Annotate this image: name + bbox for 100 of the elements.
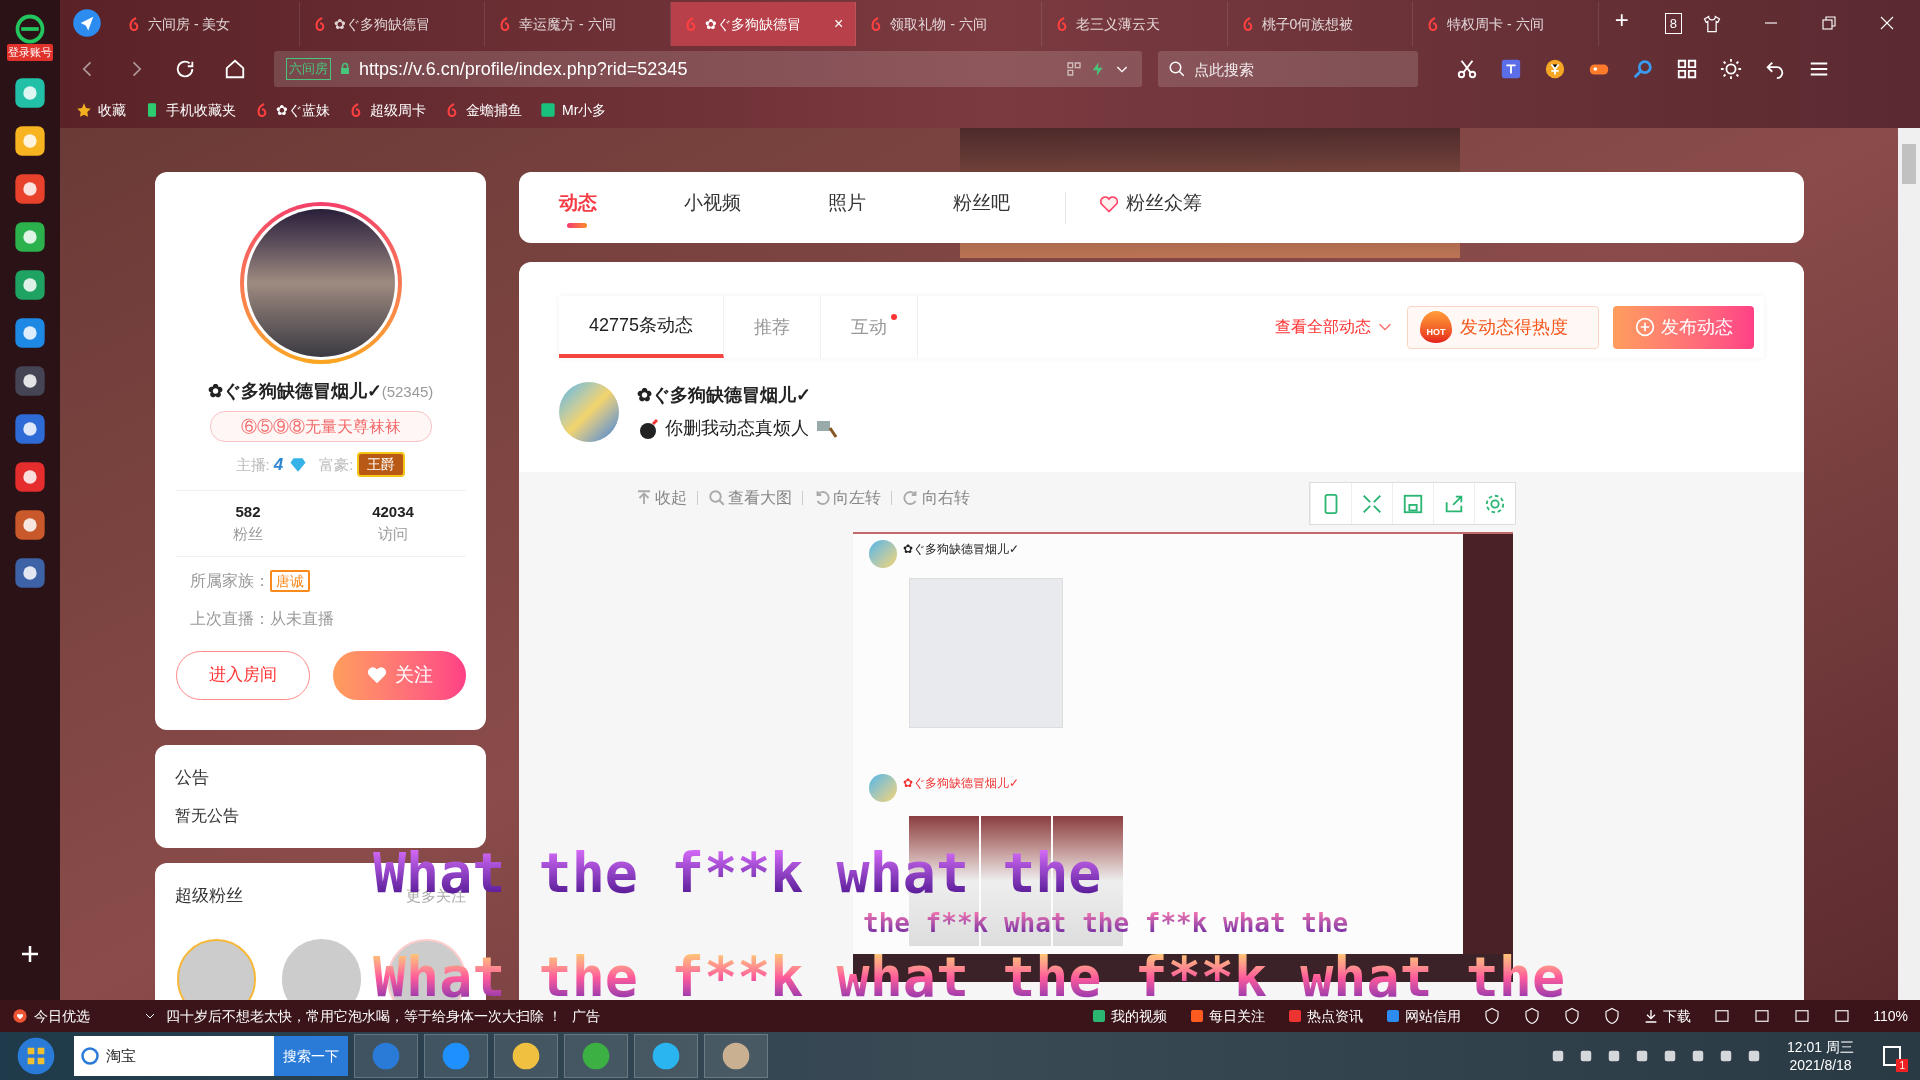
clock-date[interactable]: 2021/8/18 [1789, 1056, 1852, 1074]
tab-close-button[interactable]: × [834, 12, 844, 36]
site-label: 六间房 [286, 58, 331, 80]
taskbar-search-field[interactable]: 淘宝 [74, 1036, 274, 1076]
nav-tab[interactable]: 粉丝吧 [953, 185, 1010, 230]
app-icon[interactable] [14, 508, 46, 541]
app-icon [720, 1040, 752, 1072]
bookmark[interactable]: ✿ぐ蓝妹 [254, 99, 330, 121]
shirt-icon[interactable] [1702, 14, 1722, 34]
nav-tab[interactable]: 粉丝众筹 [1098, 185, 1202, 230]
login-link[interactable]: 登录账号 [7, 44, 53, 61]
brightness-icon[interactable] [1720, 58, 1742, 80]
post-author: ✿ぐ多狗缺德冒烟儿✓ [903, 775, 1019, 792]
app-icon[interactable] [14, 556, 46, 589]
new-tab-button[interactable]: + [1598, 2, 1645, 38]
qr-icon[interactable] [1066, 61, 1082, 77]
notification-icon[interactable] [1880, 1044, 1904, 1068]
room-id: (52345) [381, 382, 434, 402]
plus-circle-icon [1634, 317, 1655, 337]
search-button[interactable]: 搜索一下 [274, 1036, 348, 1076]
address-bar[interactable]: 六间房 https://v.6.cn/profile/index.php?rid=52345 [274, 51, 1142, 87]
translate-icon[interactable] [1500, 58, 1522, 80]
navigation-icon[interactable] [72, 8, 102, 38]
browser-tab[interactable]: 特权周卡 - 六间 [1413, 2, 1599, 46]
post-author[interactable]: ✿ぐ多狗缺德冒烟儿✓ [637, 382, 839, 409]
browser-tab[interactable]: 桃子0何族想被 [1227, 2, 1414, 46]
family-label: 所属家族： [189, 570, 270, 591]
status-link[interactable]: 网站信用 [1385, 1005, 1462, 1027]
family-badge: 唐诚 [269, 569, 310, 592]
app-icon[interactable] [14, 220, 46, 253]
view-all-dropdown[interactable]: 查看全部动态 [1275, 296, 1393, 358]
tab-count-button[interactable]: 8 [1664, 12, 1682, 34]
status-link[interactable]: 热点资讯 [1287, 1005, 1364, 1027]
app-icon[interactable] [14, 460, 46, 493]
wealth-badge: 王爵 [357, 452, 406, 478]
search-icon [708, 489, 726, 507]
save-icon[interactable] [1402, 492, 1424, 515]
status-link[interactable]: 我的视频 [1091, 1005, 1168, 1027]
wealth-level-label: 富豪: [319, 454, 354, 475]
app-icon[interactable] [14, 124, 46, 157]
nav-tab[interactable]: 动态 [559, 185, 597, 230]
author-avatar[interactable] [559, 382, 619, 442]
bookmark[interactable]: 超级周卡 [348, 99, 426, 121]
app-icon[interactable] [14, 76, 46, 109]
last-live-text: 上次直播：从未直播 [188, 608, 335, 629]
scissors-icon[interactable] [1456, 58, 1478, 80]
close-icon[interactable] [1878, 14, 1896, 32]
browser-tab[interactable]: ✿ぐ多狗缺德冒 [299, 2, 486, 46]
author-avatar [869, 774, 897, 802]
news-headline[interactable]: 四十岁后不想老太快，常用它泡水喝，等于给身体一次大扫除 ！ [166, 1005, 562, 1027]
settings-icon[interactable] [1484, 492, 1506, 515]
bookmark[interactable]: 手机收藏夹 [144, 99, 236, 121]
browser-tab[interactable]: 幸运魔方 - 六间 [485, 2, 671, 46]
taskbar-app-button[interactable] [564, 1034, 628, 1078]
app-icon[interactable] [14, 316, 46, 349]
taskbar-app-button[interactable] [704, 1034, 768, 1078]
taskbar-app-button[interactable] [424, 1034, 488, 1078]
download-link[interactable]: 下载 [1643, 1005, 1692, 1027]
post-author: ✿ぐ多狗缺德冒烟儿✓ [903, 541, 1019, 558]
stat-label: 粉丝 [233, 524, 263, 544]
feed-tab[interactable]: 42775条动态 [559, 296, 725, 358]
bookmark[interactable]: 收藏 [76, 99, 126, 121]
reload-icon[interactable] [174, 58, 196, 80]
search-icon[interactable] [1632, 58, 1654, 80]
restore-icon[interactable] [1820, 14, 1838, 32]
taskbar-app-button[interactable] [494, 1034, 558, 1078]
signature: ⑥⑤⑨⑧无量天尊袜袜 [209, 411, 432, 442]
browser-tab[interactable]: 六间房 - 美女 [114, 2, 300, 46]
browser-tab[interactable]: 领取礼物 - 六间 [856, 2, 1042, 46]
status-icon [1189, 1008, 1206, 1024]
picks-link[interactable]: 今日优选 [12, 1005, 90, 1027]
nav-tab[interactable]: 照片 [828, 185, 866, 230]
app-icon[interactable] [14, 412, 46, 445]
app-icon[interactable] [14, 268, 46, 301]
browser-logo-icon[interactable] [13, 14, 47, 44]
bookmark[interactable]: 金蟾捕鱼 [444, 99, 522, 121]
nav-tab[interactable]: 小视频 [684, 185, 741, 230]
zoom-level[interactable]: 110% [1873, 1005, 1908, 1027]
app-icon [510, 1040, 542, 1072]
browser-tab[interactable]: 老三义薄云天 [1041, 2, 1228, 46]
status-icon [1091, 1008, 1108, 1024]
status-link[interactable]: 每日关注 [1189, 1005, 1266, 1027]
scrollbar[interactable] [1898, 128, 1920, 1000]
clock-time[interactable]: 12:01 周三 [1787, 1038, 1854, 1056]
bookmark[interactable]: Mr小多 [540, 99, 607, 121]
app-icon [440, 1040, 472, 1072]
grid-icon[interactable] [1676, 58, 1698, 80]
bomb-icon [637, 416, 661, 441]
app-icon[interactable] [14, 172, 46, 205]
site-icon [540, 102, 556, 118]
taskbar-app-button[interactable] [634, 1034, 698, 1078]
fullscreen-icon[interactable] [1361, 492, 1383, 515]
notification-badge: 1 [1896, 1059, 1908, 1072]
user-name: ✿ぐ多狗缺德冒烟儿✓ [207, 380, 382, 403]
coin-icon[interactable] [1544, 58, 1566, 80]
author-avatar [869, 540, 897, 568]
home-icon[interactable] [224, 58, 246, 80]
browser-tab[interactable]: ✿ぐ多狗缺德冒 × [670, 2, 857, 46]
app-icon[interactable] [14, 364, 46, 397]
start-icon[interactable] [16, 1036, 56, 1076]
